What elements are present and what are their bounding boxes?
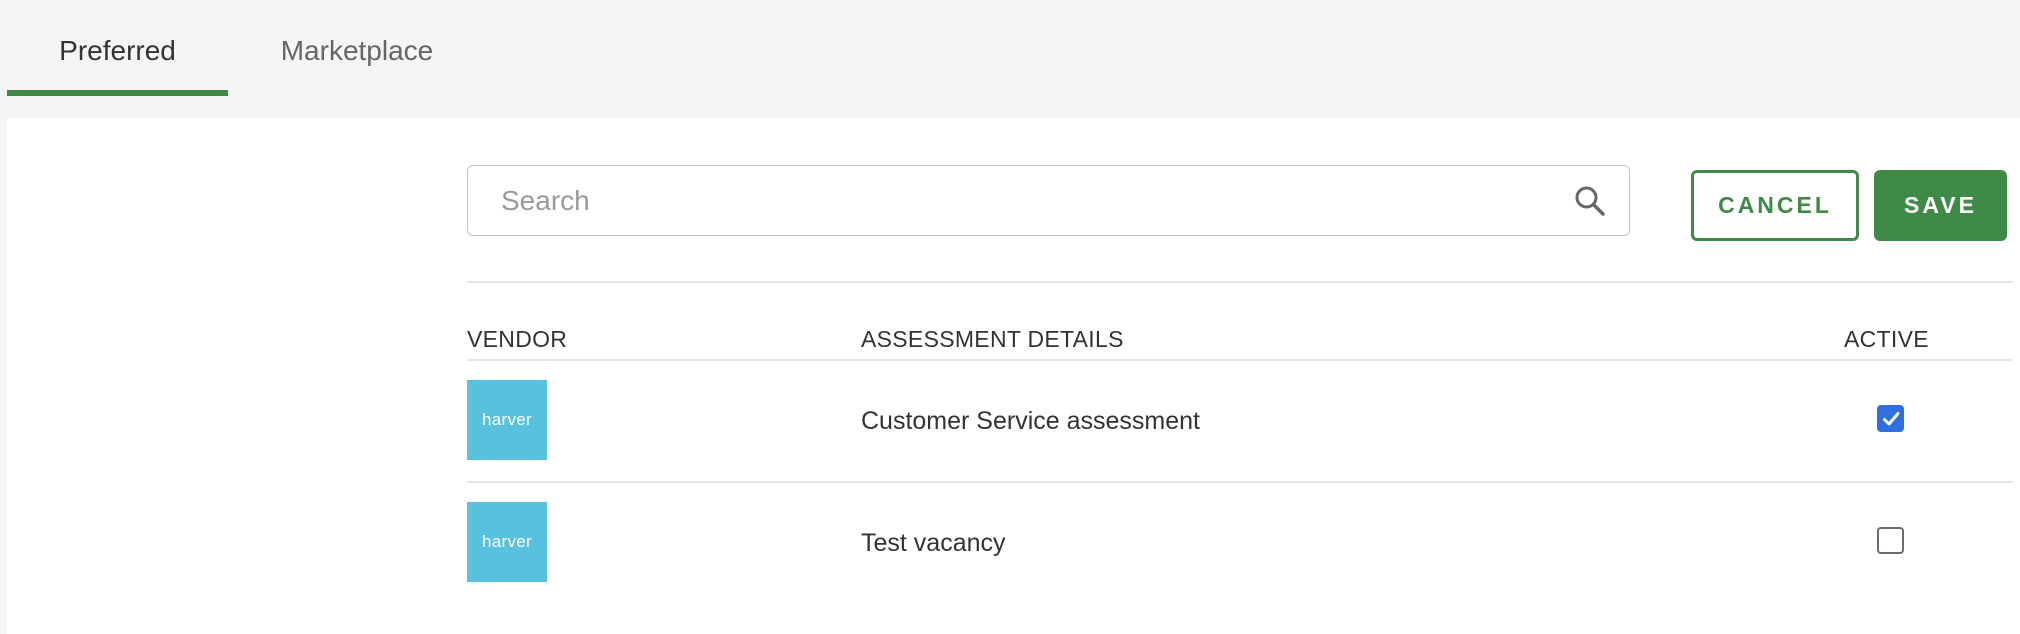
active-checkbox[interactable] — [1877, 527, 1904, 554]
tab-preferred[interactable]: Preferred — [7, 0, 228, 97]
table-row: harver Test vacancy — [467, 482, 2013, 604]
active-tab-indicator — [7, 90, 228, 96]
tab-marketplace-label: Marketplace — [280, 34, 434, 66]
vendor-logo: harver — [467, 380, 547, 460]
tab-marketplace[interactable]: Marketplace — [248, 0, 466, 97]
active-checkbox[interactable] — [1877, 405, 1904, 432]
check-icon — [1883, 412, 1900, 426]
vendor-logo-text: harver — [482, 410, 532, 429]
column-header-assessment-details: ASSESSMENT DETAILS — [861, 326, 1124, 352]
table-top-divider — [467, 281, 2013, 283]
column-header-vendor: VENDOR — [467, 326, 568, 352]
tab-preferred-label: Preferred — [59, 34, 176, 66]
assessment-details: Test vacancy — [861, 528, 1006, 557]
search-input[interactable] — [468, 166, 1629, 235]
cancel-button[interactable]: CANCEL — [1691, 170, 1859, 241]
table-row: harver Customer Service assessment — [467, 360, 2013, 482]
column-header-active: ACTIVE — [1844, 326, 1929, 352]
vendor-logo-text: harver — [482, 532, 532, 551]
save-button[interactable]: SAVE — [1874, 170, 2007, 241]
tab-bar: Preferred Marketplace — [0, 0, 2020, 97]
search-box — [467, 165, 1630, 236]
vendor-logo: harver — [467, 502, 547, 582]
assessment-details: Customer Service assessment — [861, 406, 1201, 435]
vendor-card: CANCEL SAVE VENDOR ASSESSMENT DETAILS AC… — [7, 118, 2020, 634]
search-icon[interactable] — [1573, 184, 1607, 218]
